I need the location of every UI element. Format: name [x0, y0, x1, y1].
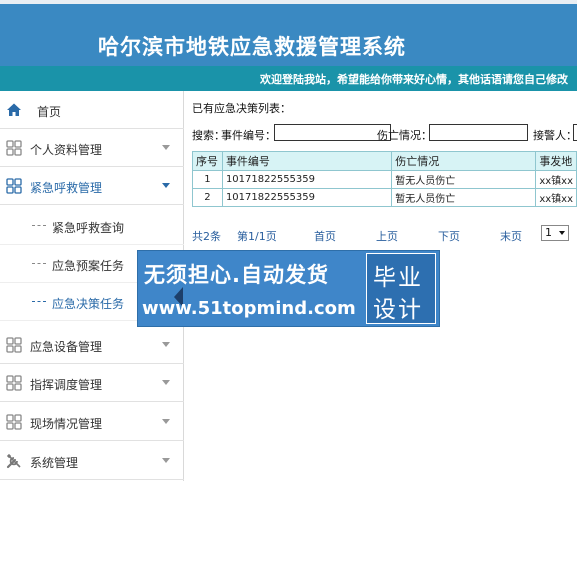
chevron-down-icon — [162, 458, 170, 463]
sidebar-subitem-label: 应急决策任务 — [52, 297, 125, 311]
sidebar-item-label: 首页 — [37, 105, 62, 119]
page-select-value: 1 — [545, 226, 552, 239]
cell-event-number: 10171822555359 — [221, 188, 393, 207]
chevron-down-icon — [162, 342, 170, 347]
grid-icon — [6, 414, 22, 430]
sidebar-item-emergency-call[interactable]: 紧急呼救管理 — [0, 167, 184, 205]
sidebar-item-system[interactable]: 系统管理 — [0, 442, 184, 480]
home-icon — [7, 103, 21, 116]
banner-url: www.51topmind.com — [142, 298, 356, 319]
tree-connector — [32, 225, 46, 226]
welcome-text: 欢迎登陆我站，希望能给你带来好心情，其他话语请您自己修改 — [260, 73, 568, 86]
app-header: 哈尔滨市地铁应急救援管理系统 — [0, 0, 577, 66]
search-bar: 搜索： 事件编号： 伤亡情况： 接警人： — [192, 124, 577, 144]
total-count: 共2条 — [192, 230, 221, 243]
table-row[interactable]: 2 10171822555359 暂无人员伤亡 xx镇xx — [192, 188, 577, 207]
banner-slogan: 无须担心.自动发货 — [144, 263, 329, 287]
last-page-link[interactable]: 末页 — [500, 228, 522, 244]
page-select[interactable]: 1 — [541, 225, 569, 241]
receiver-label: 接警人： — [533, 129, 577, 142]
tree-connector — [32, 263, 46, 264]
main-content: 已有应急决策列表： 搜索： 事件编号： 伤亡情况： 接警人： 序号 事件编号 伤… — [192, 95, 577, 395]
sidebar-item-label: 应急设备管理 — [30, 340, 103, 354]
tree-connector — [32, 301, 46, 302]
chevron-down-icon — [559, 231, 565, 235]
cell-index: 2 — [192, 188, 223, 207]
badge-line-1: 毕业 — [373, 265, 423, 291]
event-number-input[interactable] — [274, 124, 391, 141]
sidebar-subitem-call-query[interactable]: 紧急呼救查询 — [0, 207, 184, 245]
grid-icon — [6, 337, 22, 353]
watermark-banner: 无须担心.自动发货 www.51topmind.com 毕业 设计 — [137, 250, 440, 327]
first-page-link[interactable]: 首页 — [314, 228, 336, 244]
chevron-down-icon — [162, 183, 170, 188]
list-title: 已有应急决策列表： — [192, 102, 291, 115]
event-number-label: 事件编号： — [221, 129, 276, 142]
welcome-bar: 欢迎登陆我站，希望能给你带来好心情，其他话语请您自己修改 — [0, 66, 577, 91]
sidebar-item-scene[interactable]: 现场情况管理 — [0, 403, 184, 441]
column-header: 序号 — [192, 151, 223, 171]
column-header: 事件编号 — [221, 151, 393, 171]
next-page-link[interactable]: 下页 — [438, 228, 460, 244]
sidebar-item-profile[interactable]: 个人资料管理 — [0, 129, 184, 167]
casualty-label: 伤亡情况： — [377, 129, 432, 142]
column-header: 事发地 — [535, 151, 577, 171]
receiver-input[interactable] — [573, 124, 577, 141]
sidebar-subitem-label: 应急预案任务 — [52, 259, 125, 273]
cell-location: xx镇xx — [535, 170, 577, 189]
page-info: 第1/1页 — [237, 230, 277, 243]
sidebar-subitem-label: 紧急呼救查询 — [52, 221, 125, 235]
cell-casualty: 暂无人员伤亡 — [391, 170, 537, 189]
sidebar-item-home[interactable]: 首页 — [0, 91, 184, 129]
cell-location: xx镇xx — [535, 188, 577, 207]
prev-page-link[interactable]: 上页 — [376, 228, 398, 244]
grid-icon — [6, 178, 22, 194]
app-title: 哈尔滨市地铁应急救援管理系统 — [98, 34, 406, 59]
sidebar-item-label: 系统管理 — [30, 456, 79, 470]
sidebar-item-dispatch[interactable]: 指挥调度管理 — [0, 364, 184, 402]
chevron-down-icon — [162, 145, 170, 150]
sidebar-item-label: 紧急呼救管理 — [30, 181, 103, 195]
grid-icon — [6, 375, 22, 391]
banner-badge: 毕业 设计 — [366, 253, 436, 324]
casualty-input[interactable] — [429, 124, 528, 141]
column-header: 伤亡情况 — [391, 151, 537, 171]
tools-icon — [6, 453, 21, 469]
sidebar-item-label: 个人资料管理 — [30, 143, 103, 157]
cell-event-number: 10171822555359 — [221, 170, 393, 189]
badge-line-2: 设计 — [373, 297, 423, 323]
sidebar-item-label: 现场情况管理 — [30, 417, 103, 431]
table-row[interactable]: 1 10171822555359 暂无人员伤亡 xx镇xx — [192, 170, 577, 189]
cell-index: 1 — [192, 170, 223, 189]
sidebar-item-label: 指挥调度管理 — [30, 378, 103, 392]
chevron-down-icon — [162, 380, 170, 385]
grid-icon — [6, 140, 22, 156]
table-header-row: 序号 事件编号 伤亡情况 事发地 — [192, 151, 577, 171]
cell-casualty: 暂无人员伤亡 — [391, 188, 537, 207]
chevron-down-icon — [162, 419, 170, 424]
sidebar-item-equipment[interactable]: 应急设备管理 — [0, 326, 184, 364]
decision-table: 序号 事件编号 伤亡情况 事发地 1 10171822555359 暂无人员伤亡… — [192, 151, 577, 207]
pagination: 共2条 第1/1页 首页 上页 下页 末页 1 — [192, 225, 577, 245]
